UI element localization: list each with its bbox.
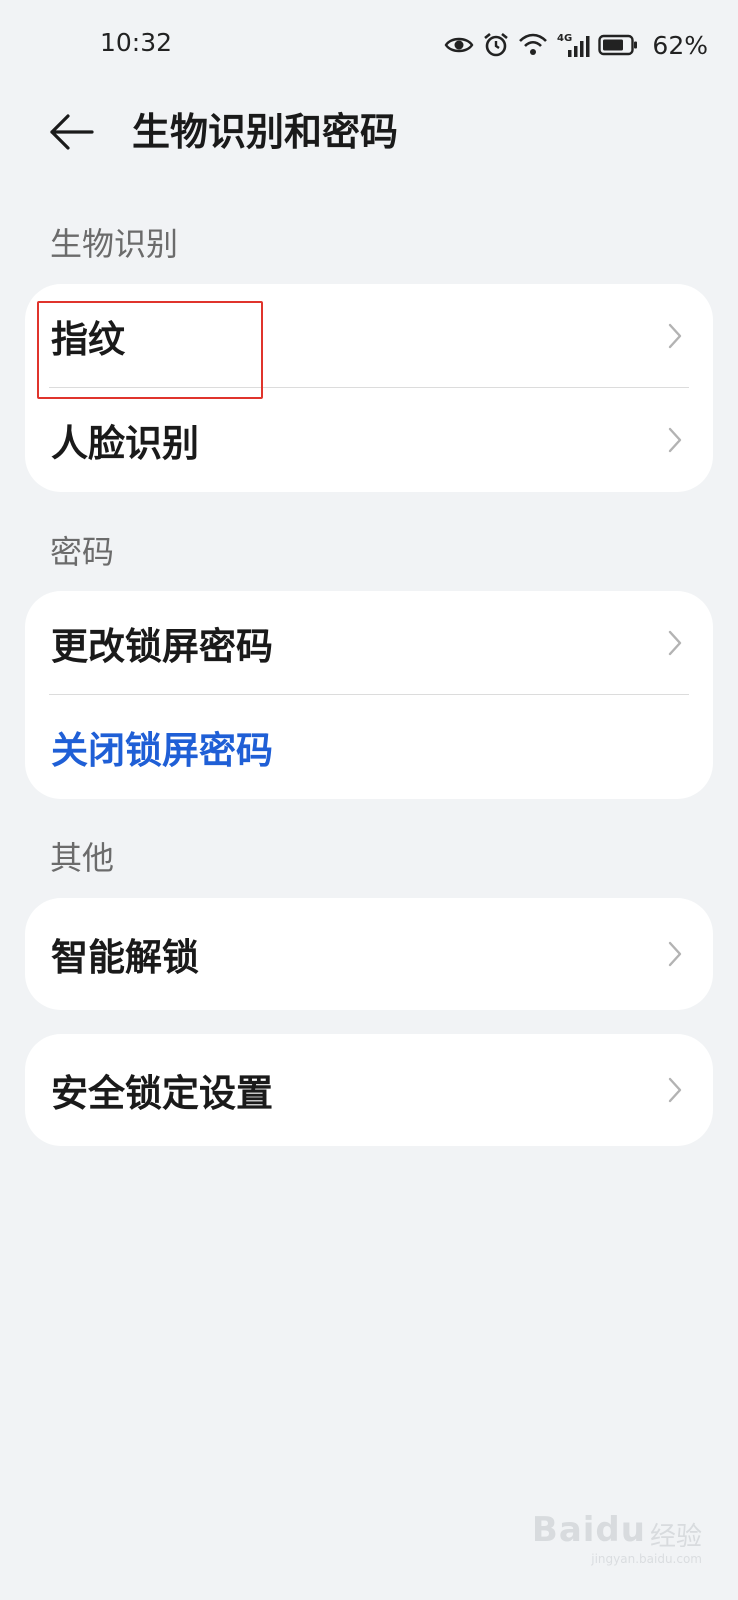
watermark-suffix: 经验 (649, 1522, 702, 1552)
section-label-password: 密码 (50, 533, 115, 571)
section-label-biometrics: 生物识别 (50, 225, 179, 263)
back-arrow-icon (50, 114, 94, 150)
status-bar: 10:32 4G 62% (0, 0, 738, 90)
list-item-label: 智能解锁 (51, 936, 199, 979)
battery-percent: 62% (652, 30, 708, 60)
eye-icon (444, 34, 474, 56)
list-item-label: 关闭锁屏密码 (51, 729, 273, 772)
alarm-icon (482, 31, 510, 59)
status-icons: 4G 62% (444, 28, 708, 62)
list-item-label: 人脸识别 (51, 422, 199, 465)
header: 生物识别和密码 (0, 96, 738, 168)
biometrics-card: 指纹 人脸识别 (25, 284, 713, 492)
watermark-brand: Baidu (531, 1510, 646, 1550)
page-title: 生物识别和密码 (132, 110, 399, 154)
list-item-label: 更改锁屏密码 (51, 625, 273, 668)
section-label-other: 其他 (50, 839, 115, 877)
list-item-security-lock-settings[interactable]: 安全锁定设置 (25, 1034, 713, 1146)
chevron-right-icon (668, 1077, 682, 1103)
watermark: Baidu 经验 jingyan.baidu.com (532, 1510, 702, 1570)
status-time: 10:32 (100, 28, 173, 57)
back-button[interactable] (46, 108, 98, 156)
battery-icon (598, 34, 638, 56)
list-item-face-recognition[interactable]: 人脸识别 (25, 388, 713, 492)
signal-icon: 4G (556, 32, 590, 58)
list-item-label: 指纹 (51, 318, 125, 361)
chevron-right-icon (668, 427, 682, 453)
chevron-right-icon (668, 323, 682, 349)
list-item-fingerprint[interactable]: 指纹 (25, 284, 713, 388)
list-item-smart-unlock[interactable]: 智能解锁 (25, 898, 713, 1010)
chevron-right-icon (668, 630, 682, 656)
list-item-change-lock-password[interactable]: 更改锁屏密码 (25, 591, 713, 695)
other-card: 智能解锁 (25, 898, 713, 1010)
list-item-label: 安全锁定设置 (51, 1072, 273, 1115)
network-type: 4G (557, 33, 572, 44)
security-lock-card: 安全锁定设置 (25, 1034, 713, 1146)
watermark-url: jingyan.baidu.com (591, 1552, 702, 1566)
list-item-disable-lock-password[interactable]: 关闭锁屏密码 (25, 695, 713, 799)
wifi-icon (518, 33, 548, 57)
chevron-right-icon (668, 941, 682, 967)
password-card: 更改锁屏密码 关闭锁屏密码 (25, 591, 713, 799)
